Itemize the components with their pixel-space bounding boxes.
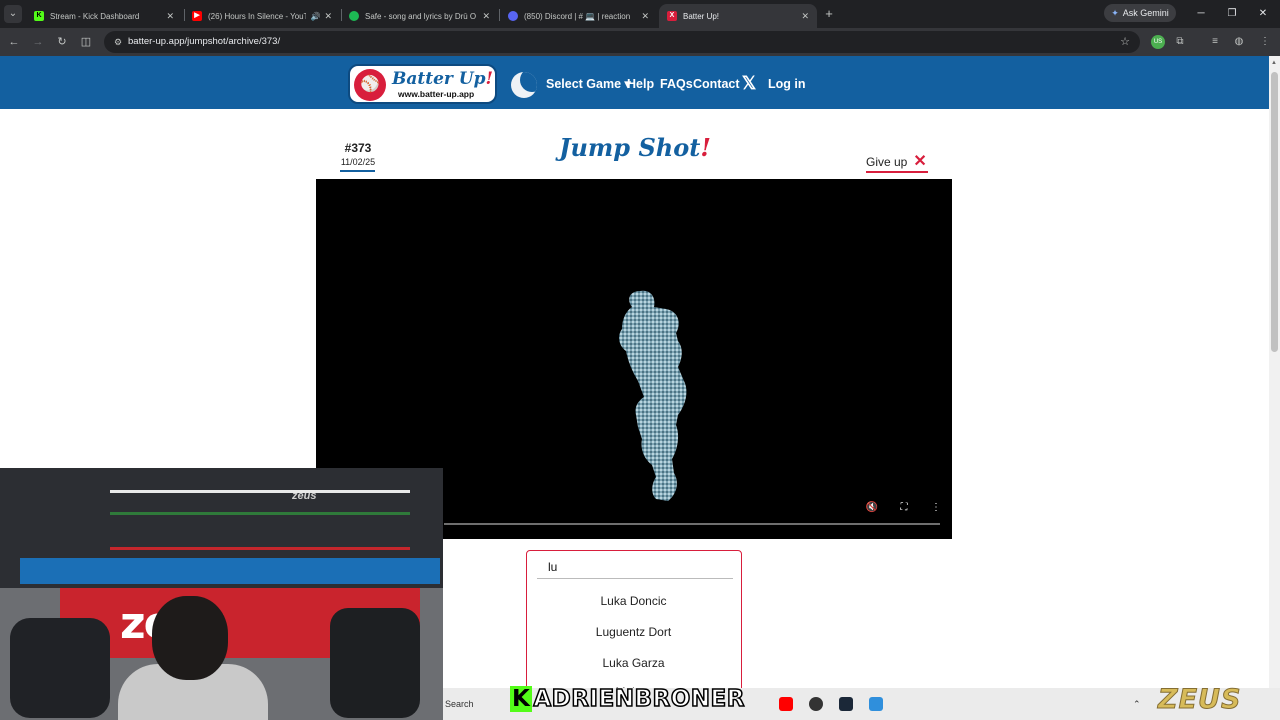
puzzle-date[interactable]: 11/02/25 — [338, 157, 378, 167]
fullscreen-icon[interactable]: ⛶ — [897, 501, 911, 515]
cam-person-head — [152, 596, 228, 680]
browser-tabstrip: ⌄ K Stream - Kick Dashboard ✕ ▶ (26) Hou… — [0, 0, 1280, 28]
suggestion-item[interactable]: Luguentz Dort — [527, 624, 740, 640]
webcam-overlay: zeus zeus — [0, 468, 443, 720]
site-logo[interactable]: ⚾ Batter Up! www.batter-up.app — [348, 64, 497, 104]
tab-batter-up[interactable]: X Batter Up! ✕ — [659, 4, 817, 28]
extensions-icon[interactable]: ⧉ — [1173, 35, 1187, 49]
give-up-button[interactable]: Give up ✕ — [866, 153, 928, 173]
unmute-icon[interactable]: 🔇 — [865, 501, 879, 515]
youtube-icon[interactable] — [779, 697, 793, 711]
tab-title: (26) Hours In Silence - YouTu — [208, 11, 307, 21]
taskbar-search[interactable]: Search — [443, 696, 513, 712]
discord-icon — [508, 11, 518, 21]
url-text[interactable]: batter-up.app/jumpshot/archive/373/ — [128, 31, 280, 53]
steam-icon[interactable] — [839, 697, 853, 711]
page-scrollbar[interactable]: ▲ — [1269, 56, 1280, 688]
x-twitter-icon[interactable]: 𝕏 — [740, 73, 758, 93]
player-search-input[interactable] — [537, 555, 733, 579]
player-silhouette — [619, 290, 687, 501]
menu-icon[interactable]: ⋮ — [1258, 35, 1272, 49]
tab-search-button[interactable]: ⌄ — [4, 5, 22, 23]
tab-youtube[interactable]: ▶ (26) Hours In Silence - YouTu 🔊 ✕ — [184, 4, 340, 28]
sponsor-watermark: ZEUS — [1157, 684, 1242, 716]
close-icon[interactable]: ✕ — [324, 11, 332, 22]
address-bar[interactable]: ⚙ batter-up.app/jumpshot/archive/373/ ☆ — [104, 31, 1140, 53]
cam-chair — [10, 618, 110, 718]
nav-contact[interactable]: Contact — [693, 75, 740, 93]
close-icon[interactable]: ✕ — [166, 11, 174, 22]
back-icon[interactable]: ← — [6, 34, 22, 50]
window-close-icon[interactable]: ✕ — [1256, 7, 1270, 21]
cam-ring-rope — [110, 512, 410, 515]
nav-select-game[interactable]: Select Game ▾ — [546, 75, 631, 93]
profile-icon[interactable]: ◍ — [1232, 35, 1246, 49]
close-icon[interactable]: ✕ — [482, 11, 490, 22]
kick-icon: K — [34, 11, 44, 21]
cam-chair — [330, 608, 420, 718]
tab-spotify[interactable]: Safe - song and lyrics by Drū O ✕ — [341, 4, 498, 28]
tab-title: Safe - song and lyrics by Drū O — [365, 11, 477, 21]
nav-faqs[interactable]: FAQs — [660, 75, 693, 93]
logo-title: Batter Up! — [392, 69, 493, 89]
browser-toolbar: ← → ↻ ◫ ⚙ batter-up.app/jumpshot/archive… — [0, 28, 1280, 56]
minimize-icon[interactable]: ─ — [1194, 7, 1208, 21]
player-search-box: Luka Doncic Luguentz Dort Luka Garza Mal… — [526, 550, 742, 700]
app-icon[interactable] — [869, 697, 883, 711]
bookmark-star-icon[interactable]: ☆ — [1120, 35, 1130, 49]
nav-help[interactable]: Help — [627, 75, 654, 93]
scrollbar-thumb[interactable] — [1271, 72, 1278, 352]
batter-up-icon: X — [667, 11, 677, 21]
reload-icon[interactable]: ↻ — [54, 34, 70, 50]
restore-icon[interactable]: ❐ — [1225, 7, 1239, 21]
more-options-icon[interactable]: ⋮ — [929, 501, 943, 515]
tab-title: Stream - Kick Dashboard — [50, 11, 140, 21]
new-tab-button[interactable]: + — [822, 6, 836, 22]
video-progress-bar[interactable] — [444, 523, 940, 525]
tab-title: (850) Discord | # 💻 | reaction — [524, 11, 631, 21]
ask-gemini-button[interactable]: ✦ Ask Gemini — [1104, 4, 1176, 22]
suggestion-item[interactable]: Luka Doncic — [527, 593, 740, 609]
streamer-name-overlay: K ADRIENBRONER — [510, 685, 745, 713]
close-x-icon: ✕ — [913, 153, 927, 170]
close-icon[interactable]: ✕ — [641, 11, 649, 22]
cam-banner — [20, 558, 440, 584]
suggestion-item[interactable]: Luka Garza — [527, 655, 740, 671]
cam-watermark: zeus — [292, 490, 317, 502]
site-info-icon[interactable]: ⚙ — [112, 36, 124, 48]
extension-badge-icon[interactable]: US — [1151, 35, 1165, 49]
forward-icon[interactable]: → — [30, 34, 46, 50]
speaker-icon[interactable]: 🔊 — [310, 12, 320, 21]
spotify-icon — [349, 11, 359, 21]
dark-mode-moon-icon[interactable] — [511, 72, 537, 98]
puzzle-number: #373 — [344, 141, 372, 155]
split-view-icon[interactable]: ◫ — [78, 34, 94, 50]
tray-chevron-icon[interactable]: ⌃ — [1133, 698, 1141, 710]
reading-list-icon[interactable]: ≡ — [1208, 35, 1222, 49]
close-icon[interactable]: ✕ — [801, 11, 809, 22]
logo-url: www.batter-up.app — [398, 89, 475, 99]
youtube-icon: ▶ — [192, 11, 202, 21]
nav-login[interactable]: Log in — [768, 75, 806, 93]
tab-discord[interactable]: (850) Discord | # 💻 | reaction ✕ — [500, 4, 657, 28]
gemini-icon: ✦ — [1111, 7, 1119, 18]
baseball-logo-icon: ⚾ — [354, 69, 386, 101]
scroll-up-arrow-icon[interactable]: ▲ — [1271, 60, 1277, 66]
ask-gemini-label: Ask Gemini — [1122, 8, 1169, 18]
give-up-label: Give up — [866, 155, 908, 169]
puzzle-date-underline — [340, 170, 375, 172]
tab-title: Batter Up! — [683, 11, 720, 21]
tab-kick-dashboard[interactable]: K Stream - Kick Dashboard ✕ — [26, 4, 182, 28]
cam-ring-ropes — [110, 490, 410, 550]
obs-icon[interactable] — [809, 697, 823, 711]
game-title: Jump Shot! — [559, 133, 711, 162]
